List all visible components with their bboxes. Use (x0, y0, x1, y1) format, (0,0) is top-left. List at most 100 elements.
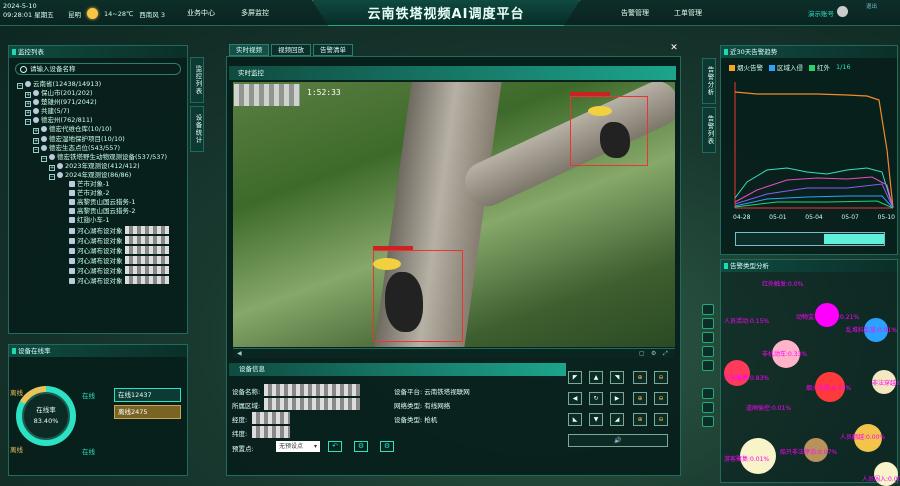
camera-item[interactable]: 河心湖布设对象 (13, 275, 183, 286)
locate-icon[interactable] (702, 416, 714, 427)
camera-item[interactable]: 红翅小车-1 (13, 216, 183, 225)
tree-node[interactable]: −2024年观测设(86/86) (13, 171, 183, 180)
tab-live-video[interactable]: 实时视频 (229, 44, 269, 56)
hornbill-beak (373, 258, 401, 270)
ptz-left-button[interactable]: ◀ (568, 392, 582, 405)
ptz-up-right-button[interactable]: ◥ (610, 371, 624, 384)
expand-icon[interactable]: + (49, 164, 55, 171)
collapse-icon[interactable]: − (41, 155, 47, 162)
tree-node[interactable]: + 共建(5/7) (13, 107, 183, 117)
nav-ticket[interactable]: 工单管理 (674, 8, 702, 18)
zoom-out-map-icon[interactable] (702, 402, 714, 413)
user-name[interactable]: 演示账号 (808, 8, 834, 18)
set-preset-button[interactable]: ⚙ (354, 441, 368, 452)
nav-alarm[interactable]: 告警管理 (621, 8, 649, 18)
zoom-in-button[interactable]: ⊕ (633, 371, 647, 384)
collapse-icon[interactable]: − (25, 119, 31, 126)
video-frame[interactable]: 1:52:33 (233, 82, 675, 347)
ptz-down-button[interactable]: ▼ (589, 413, 603, 426)
legend-infrared[interactable]: 红外 (809, 62, 830, 72)
zoom-out-button[interactable]: ⊖ (654, 371, 668, 384)
search-input[interactable]: 请输入设备名称 (15, 63, 181, 75)
camera-item[interactable]: 高黎贡山国云猎务-1 (13, 198, 183, 207)
tab-alarm-list[interactable]: 告警列表 (702, 107, 716, 153)
fullscreen-icon[interactable]: ⤢ (663, 350, 668, 358)
hornbill-beak (588, 106, 612, 116)
tree-node[interactable]: + 德宏代维仓库(10/10) (13, 125, 183, 135)
tab-alarm-analysis[interactable]: 告警分析 (702, 58, 716, 104)
zoom-slider[interactable] (735, 232, 885, 246)
expand-icon[interactable]: + (33, 137, 39, 144)
tab-alarm-list[interactable]: 告警清单 (313, 44, 353, 56)
ptz-down-right-button[interactable]: ◢ (610, 413, 624, 426)
iris-out-button[interactable]: ⊖ (654, 413, 668, 426)
bubble-label: 人员闯入:0.00% (862, 476, 900, 483)
redacted-lat (252, 426, 290, 438)
camera-item[interactable]: 河心湖布设对象 (13, 225, 183, 236)
preset-select[interactable]: 无预设点 ▾ (276, 441, 320, 452)
net-row: 网络类型: 有线网络 (394, 402, 451, 410)
ptz-up-left-button[interactable]: ◤ (568, 371, 582, 384)
tab-monitor-list[interactable]: 监控列表 (190, 57, 204, 103)
expand-icon[interactable]: + (25, 110, 31, 117)
tree-node[interactable]: − 云南省(12438/14913) (13, 80, 183, 89)
group-icon (33, 117, 39, 124)
ptz-up-button[interactable]: ▲ (589, 371, 603, 384)
map-tool-icon[interactable] (702, 318, 714, 329)
iris-in-button[interactable]: ⊕ (633, 413, 647, 426)
tree-node[interactable]: + 保山市(201/202) (13, 89, 183, 99)
play-icon[interactable]: ◀ (237, 350, 242, 357)
bubble-label: 人员聚集:0.83% (724, 375, 770, 382)
legend-fire[interactable]: 烟火告警 (729, 62, 763, 72)
measure-tool-icon[interactable] (702, 332, 714, 343)
camera-icon (69, 257, 75, 264)
tab-device-stats[interactable]: 设备统计 (190, 106, 204, 152)
legend-offline: 离线 (10, 446, 23, 454)
tree-node[interactable]: + 楚雄州(971/2042) (13, 98, 183, 108)
ptz-reset-button[interactable]: ↻ (589, 392, 603, 405)
tree-node[interactable]: − 德宏生态点位(543/557) (13, 144, 183, 153)
expand-icon[interactable]: + (33, 128, 39, 135)
undo-button[interactable]: ↶ (328, 441, 342, 452)
save-preset-button[interactable]: ⚙ (380, 441, 394, 452)
collapse-icon[interactable]: − (49, 173, 55, 180)
camera-item[interactable]: 河心湖布设对象 (13, 255, 183, 266)
expand-icon[interactable]: + (25, 101, 31, 108)
screenshot-icon[interactable]: ▢ (639, 350, 645, 357)
draw-tool-icon[interactable] (702, 346, 714, 357)
tab-playback[interactable]: 视频回放 (271, 44, 311, 56)
tree-node[interactable]: − 德宏铁塔野生动物观测设备(537/537) (13, 153, 183, 162)
collapse-icon[interactable]: − (17, 83, 23, 89)
pen-tool-icon[interactable] (702, 360, 714, 371)
zoom-in-map-icon[interactable] (702, 388, 714, 399)
tree-node[interactable]: +2023年观测设(412/412) (13, 162, 183, 171)
legend-page[interactable]: 1/16 (836, 63, 851, 71)
layer-tool-icon[interactable] (702, 304, 714, 315)
camera-item[interactable]: 河心湖布设对象 (13, 265, 183, 276)
camera-item[interactable]: 河心湖布设对象 (13, 235, 183, 246)
tree-node[interactable]: + 德宏湿地保护项目(10/10) (13, 135, 183, 144)
close-icon[interactable]: ✕ (669, 44, 679, 54)
exit-button[interactable]: 退出 (866, 2, 877, 10)
bubble-label: 红外触发:0.0% (762, 281, 804, 288)
nav-business[interactable]: 业务中心 (187, 8, 215, 18)
ptz-down-left-button[interactable]: ◣ (568, 413, 582, 426)
slider-thumb[interactable] (824, 234, 884, 244)
bubble-label: 动物监测识别告:0.21% (796, 314, 860, 321)
legend-intrusion[interactable]: 区域入侵 (769, 62, 803, 72)
nav-multiscreen[interactable]: 多屏监控 (241, 8, 269, 18)
ptz-right-button[interactable]: ▶ (610, 392, 624, 405)
legend-offline: 离线 (10, 389, 23, 397)
settings-icon[interactable]: ⚙ (651, 350, 656, 357)
legend-online: 在线 (82, 448, 95, 456)
collapse-icon[interactable]: − (33, 146, 39, 153)
avatar[interactable] (837, 6, 848, 17)
expand-icon[interactable]: + (25, 92, 31, 99)
audio-button[interactable]: 🔊 (568, 434, 668, 447)
group-icon (41, 144, 47, 151)
focus-out-button[interactable]: ⊖ (654, 392, 668, 405)
camera-item[interactable]: 芒市对象-2 (13, 189, 183, 198)
camera-item[interactable]: 河心湖布设对象 (13, 245, 183, 256)
focus-in-button[interactable]: ⊕ (633, 392, 647, 405)
camera-item[interactable]: 芒市对象-1 (13, 180, 183, 189)
